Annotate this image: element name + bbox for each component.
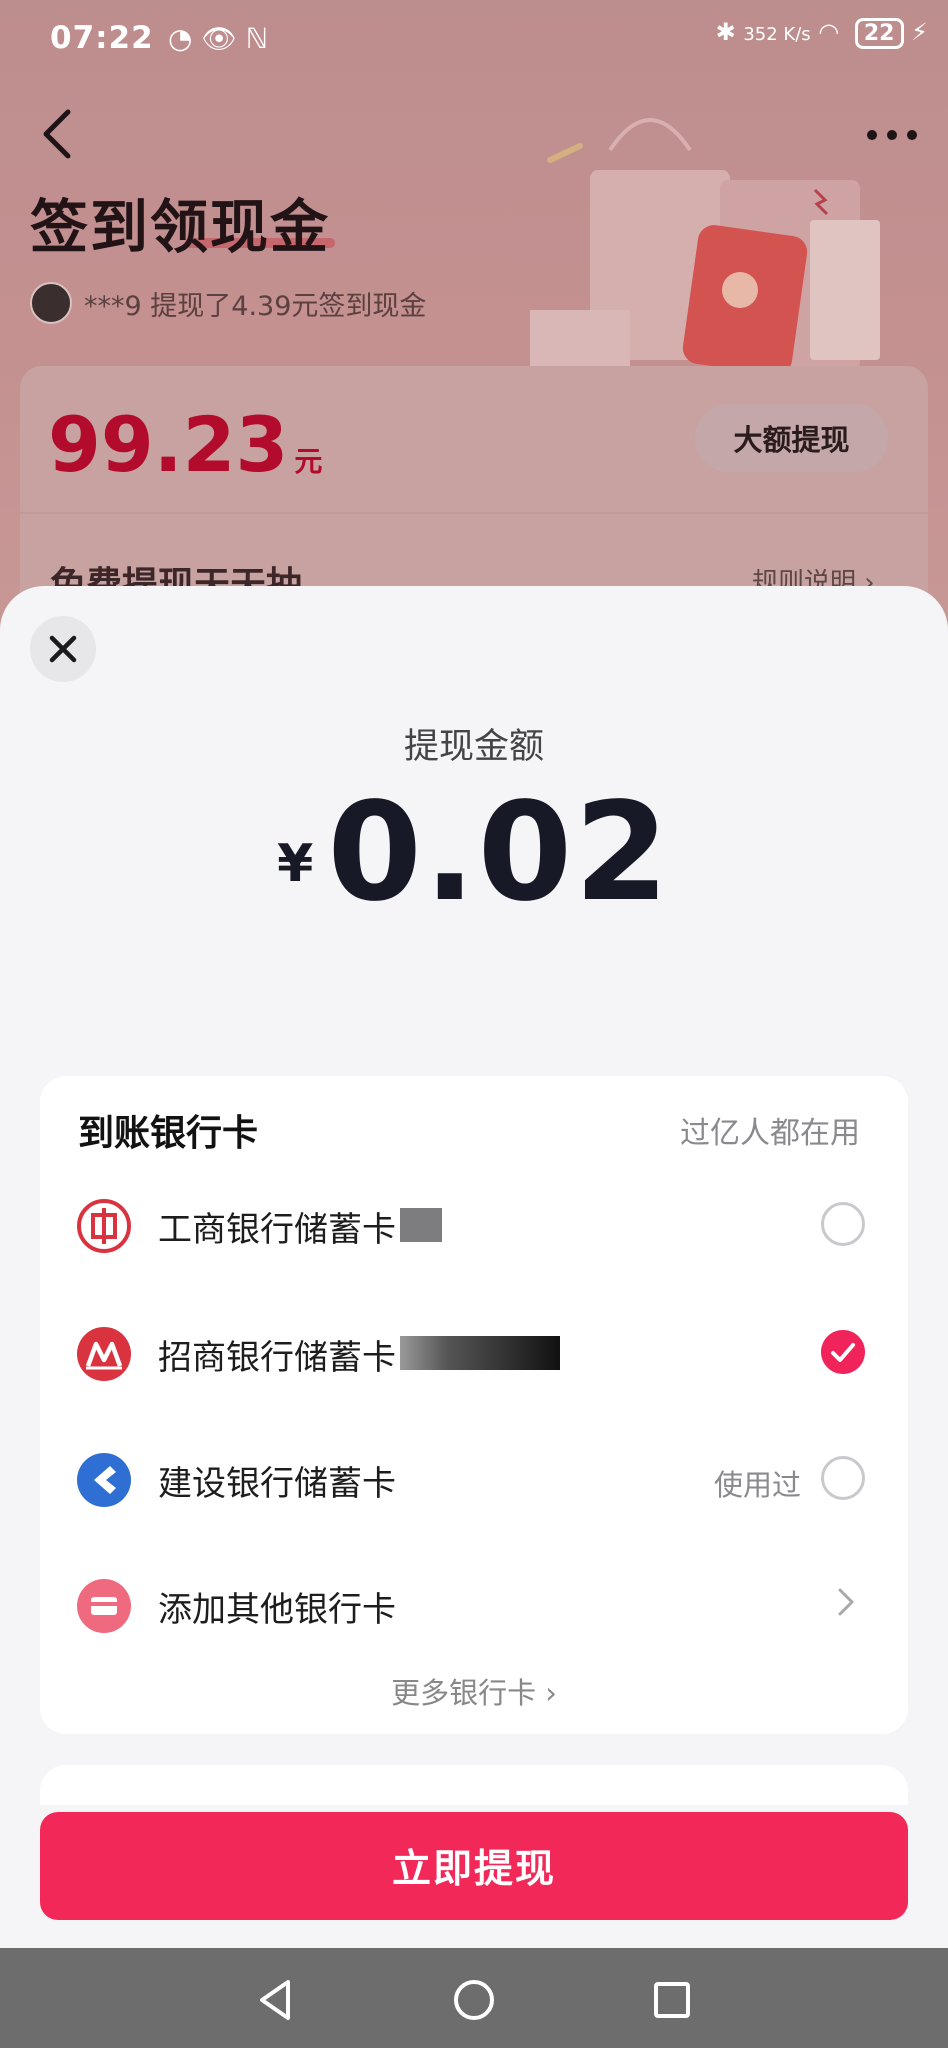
withdraw-amount: ¥0.02 (0, 774, 948, 932)
ticker-text: ***9 提现了4.39元签到现金 (84, 290, 427, 322)
bank-section-title: 到账银行卡 (78, 1113, 259, 1154)
cmb-logo-icon (77, 1327, 131, 1381)
withdraw-now-button[interactable]: 立即提现 (40, 1812, 908, 1920)
shopping-bag-illustration-icon (530, 118, 880, 370)
system-nav-bar (0, 1948, 948, 2048)
battery-icon: 22 (854, 18, 904, 49)
currency-symbol: ¥ (277, 834, 314, 894)
nav-recents-icon[interactable] (644, 1972, 700, 2028)
masked-card-number (400, 1336, 560, 1370)
status-bar: 07:22 ◔ 👁 ℕ ✱ 352 K/s ◠ 22 ⚡ (0, 0, 948, 80)
status-right-icons: ✱ 352 K/s ◠ 22 ⚡ (716, 18, 928, 49)
net-speed: 352 K/s (743, 24, 811, 45)
withdraw-ticker: ***9 提现了4.39元签到现金 (30, 282, 427, 324)
bank-name: 建设银行储蓄卡 (158, 1464, 396, 1504)
bank-name: 工商银行储蓄卡 (158, 1210, 396, 1250)
next-section-card (40, 1765, 908, 1805)
masked-card-number (400, 1208, 442, 1242)
status-icons: ◔ 👁 ℕ (168, 22, 269, 55)
close-icon[interactable] (30, 616, 96, 682)
add-card-icon (77, 1579, 131, 1633)
avatar (30, 282, 72, 324)
bank-section-hint: 过亿人都在用 (680, 1116, 860, 1151)
back-arrow-icon[interactable] (38, 104, 78, 164)
more-banks-link[interactable]: 更多银行卡 › (0, 1670, 948, 1712)
bank-option-icbc[interactable]: 工商银行储蓄卡 (40, 1176, 908, 1276)
status-time: 07:22 (50, 20, 154, 56)
radio-unchecked-icon[interactable] (821, 1456, 865, 1500)
page-title: 签到领现金 (30, 193, 331, 261)
charging-icon: ⚡ (911, 18, 928, 46)
nav-home-icon[interactable] (446, 1972, 502, 2028)
bank-option-cmb[interactable]: 招商银行储蓄卡 (40, 1304, 908, 1404)
add-bank-card-row[interactable]: 添加其他银行卡 (40, 1556, 908, 1656)
nav-back-icon[interactable] (248, 1972, 304, 2028)
bank-name: 添加其他银行卡 (158, 1590, 396, 1630)
divider (20, 512, 928, 514)
radio-unchecked-icon[interactable] (821, 1202, 865, 1246)
wifi-icon: ◠ (818, 18, 840, 46)
icbc-logo-icon (77, 1199, 131, 1253)
withdraw-amount-label: 提现金额 (403, 727, 544, 767)
used-before-label: 使用过 (714, 1468, 802, 1502)
bluetooth-icon: ✱ (715, 18, 736, 46)
checkmark-icon[interactable] (821, 1330, 865, 1374)
bank-option-ccb[interactable]: 建设银行储蓄卡 使用过 (40, 1430, 908, 1530)
balance-amount: 99.23 元 (48, 400, 322, 489)
large-withdraw-button[interactable]: 大额提现 (695, 404, 888, 472)
balance-value: 99.23 (48, 400, 289, 489)
withdraw-amount-value: 0.02 (327, 774, 671, 932)
balance-unit: 元 (294, 445, 323, 478)
chevron-right-icon (838, 1588, 854, 1616)
ccb-logo-icon (77, 1453, 131, 1507)
bank-name: 招商银行储蓄卡 (158, 1338, 396, 1378)
